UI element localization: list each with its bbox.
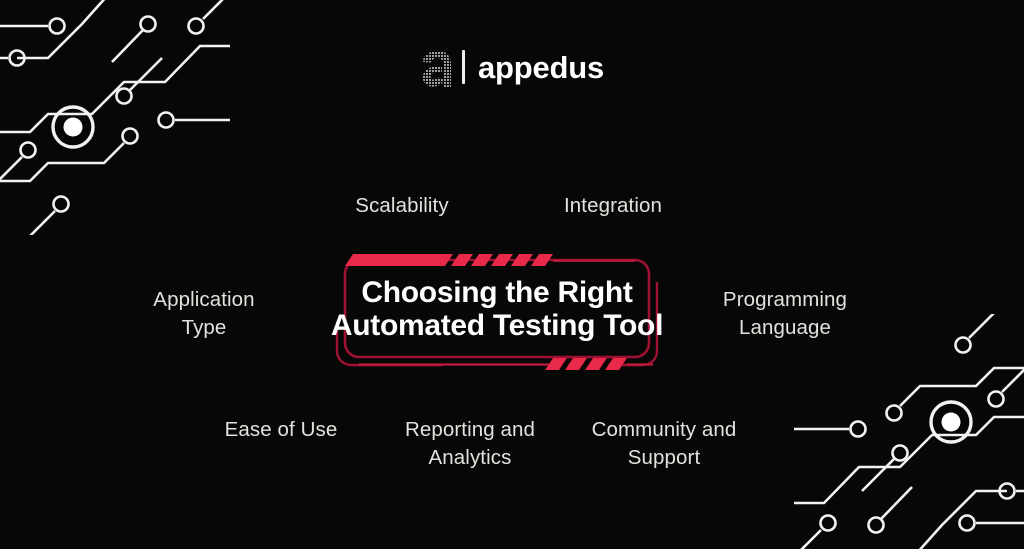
node-label-application-type: Application Type (153, 288, 255, 340)
node-label-integration: Integration (564, 194, 662, 217)
circuit-board-icon (0, 0, 230, 235)
node-label-programming-language: Programming Language (722, 288, 848, 340)
node-label-ease-of-use: Ease of Use (224, 418, 338, 441)
brand-logo: appedus (0, 46, 1024, 88)
circuit-hub-icon (929, 400, 973, 444)
circuit-hub-icon (51, 105, 95, 149)
circuit-board-icon (794, 314, 1024, 549)
center-banner: Choosing the Right Automated Testing Too… (313, 248, 681, 371)
brand-name: appedus (477, 49, 605, 85)
vertical-divider-icon (461, 50, 465, 84)
banner-title: Choosing the Right Automated Testing Too… (330, 276, 664, 343)
node-label-scalability: Scalability (355, 194, 449, 217)
node-label-reporting-and-analytics: Reporting and Analytics (404, 418, 536, 470)
appedus-a-mark-icon (422, 51, 451, 87)
node-label-community-and-support: Community and Support (591, 418, 737, 470)
